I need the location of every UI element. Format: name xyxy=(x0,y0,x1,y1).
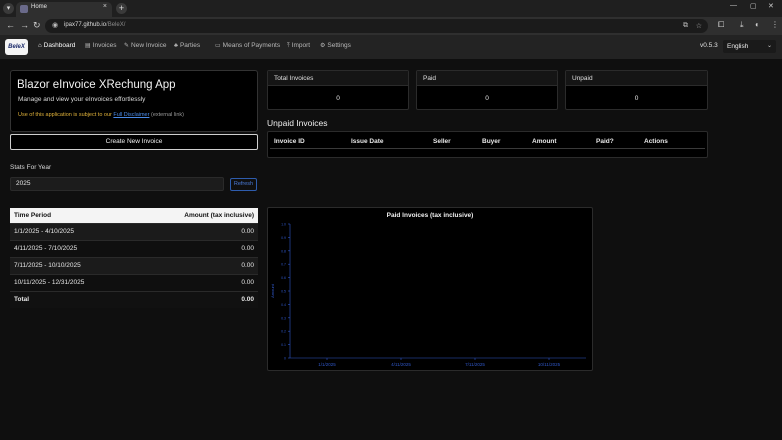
col-amount: Amount (tax inclusive) xyxy=(134,208,258,223)
intro-card: Blazor eInvoice XRechung App Manage and … xyxy=(10,70,258,132)
chart-canvas: 0 0.1 0.2 0.3 0.4 0.5 0.6 0.7 0.8 0.9 1.0 Amount 1/1… xyxy=(270,223,586,367)
x-tick-label: 4/11/2025 xyxy=(391,362,411,367)
tab-title: Home xyxy=(31,4,48,10)
period-table: Time Period Amount (tax inclusive) 1/1/2… xyxy=(10,208,258,308)
browser-tab-bar: ▾ Home × + — ▢ ✕ xyxy=(0,0,782,17)
app-navbar: BeleX ⌂ Dashboard ▤ Invoices ✎ New Invoice … xyxy=(0,35,782,59)
nav-invoices[interactable]: ▤ Invoices xyxy=(85,42,117,49)
card-label: Paid xyxy=(423,75,437,82)
year-input[interactable]: 2025 xyxy=(10,177,224,191)
download-icon[interactable]: ⤓ xyxy=(740,20,744,30)
upload-icon: ⤒ xyxy=(287,43,290,49)
refresh-button[interactable]: Refresh xyxy=(230,178,257,191)
back-icon[interactable]: ← xyxy=(6,20,15,30)
unpaid-invoices-table: Invoice ID Issue Date Seller Buyer Amoun… xyxy=(267,131,708,158)
table-row: 10/11/2025 - 12/31/2025 0.00 xyxy=(10,273,258,291)
col-actions: Actions xyxy=(644,138,668,145)
y-tick-label: 0 xyxy=(284,357,286,361)
favicon-icon xyxy=(20,5,28,13)
menu-icon[interactable]: ⋮ xyxy=(771,20,779,29)
x-tick-label: 7/11/2025 xyxy=(465,362,485,367)
profile-icon[interactable]: ◐ xyxy=(755,20,760,29)
table-header: Invoice ID Issue Date Seller Buyer Amoun… xyxy=(270,134,705,149)
y-tick-label: 0.1 xyxy=(281,343,286,347)
col-invoice-id: Invoice ID xyxy=(274,138,305,145)
table-row: 1/1/2025 - 4/10/2025 0.00 xyxy=(10,222,258,240)
x-tick-label: 10/11/2025 xyxy=(538,362,561,367)
col-time-period: Time Period xyxy=(10,208,135,223)
disclaimer-link[interactable]: Full Disclaimer xyxy=(113,112,149,118)
table-row: 4/11/2025 - 7/10/2025 0.00 xyxy=(10,239,258,257)
y-tick-label: 0.4 xyxy=(281,303,286,307)
stats-year-label: Stats For Year xyxy=(10,164,52,171)
col-seller: Seller xyxy=(433,138,451,145)
tab-search-icon[interactable]: ▾ xyxy=(3,3,14,14)
browser-tab[interactable]: Home × xyxy=(16,2,112,17)
y-tick-label: 0.7 xyxy=(281,263,286,267)
close-tab-icon[interactable]: × xyxy=(103,3,107,10)
create-invoice-button[interactable]: Create New Invoice xyxy=(10,134,258,150)
y-tick-label: 0.6 xyxy=(281,276,286,280)
paid-invoices-chart: Paid Invoices (tax inclusive) 0 0.1 0.2 0.3… xyxy=(267,207,593,371)
cast-icon[interactable]: ⧉ xyxy=(683,22,688,30)
unpaid-invoices-heading: Unpaid Invoices xyxy=(267,118,328,128)
reload-icon[interactable]: ↻ xyxy=(33,20,41,31)
maximize-icon[interactable]: ▢ xyxy=(750,2,757,10)
gear-icon: ⚙ xyxy=(320,43,326,49)
extensions-icon[interactable]: ⧠ xyxy=(718,20,724,30)
card-icon: ▭ xyxy=(215,43,221,49)
y-axis-label: Amount xyxy=(270,283,275,298)
unpaid-card: Unpaid 0 xyxy=(565,70,708,110)
app-logo[interactable]: BeleX xyxy=(5,39,28,55)
nav-import[interactable]: ⤒ Import xyxy=(287,42,310,50)
card-label: Unpaid xyxy=(572,75,593,82)
language-select[interactable]: English ⌄ xyxy=(723,40,776,53)
document-icon: ▤ xyxy=(85,43,91,49)
y-tick-label: 0.5 xyxy=(281,290,286,294)
table-row: 7/11/2025 - 10/10/2025 0.00 xyxy=(10,256,258,274)
version-label: v0.5.3 xyxy=(700,42,718,49)
edit-icon: ✎ xyxy=(124,43,130,49)
card-label: Total Invoices xyxy=(274,75,314,82)
x-tick-label: 1/1/2025 xyxy=(318,362,336,367)
col-paid: Paid? xyxy=(596,138,614,145)
card-value: 0 xyxy=(485,95,489,102)
app-subtitle: Manage and view your eInvoices effortles… xyxy=(18,96,146,103)
site-info-icon[interactable]: ◉ xyxy=(52,21,58,29)
url-text: ipax77.github.io/BeleX/ xyxy=(64,22,126,28)
y-tick-label: 0.8 xyxy=(281,249,286,253)
y-tick-label: 1.0 xyxy=(281,223,286,227)
total-invoices-card: Total Invoices 0 xyxy=(267,70,409,110)
disclaimer-note: Use of this application is subject to ou… xyxy=(18,112,184,118)
nav-new-invoice[interactable]: ✎ New Invoice xyxy=(124,42,166,49)
col-issue-date: Issue Date xyxy=(351,138,384,145)
card-value: 0 xyxy=(336,95,340,102)
app-title: Blazor eInvoice XRechung App xyxy=(17,79,176,91)
chevron-down-icon: ⌄ xyxy=(766,43,772,49)
nav-dashboard[interactable]: ⌂ Dashboard xyxy=(38,42,75,49)
people-icon: ♣ xyxy=(174,43,178,49)
forward-icon[interactable]: → xyxy=(20,20,29,30)
home-icon: ⌂ xyxy=(38,43,42,49)
y-tick-label: 0.2 xyxy=(281,330,286,334)
new-tab-button[interactable]: + xyxy=(116,3,127,14)
browser-toolbar: ← → ↻ ◉ ipax77.github.io/BeleX/ ⧉ ☆ ⧠ ⤓ … xyxy=(0,17,782,35)
address-bar[interactable]: ◉ ipax77.github.io/BeleX/ ⧉ ☆ xyxy=(45,19,708,33)
card-value: 0 xyxy=(634,95,639,102)
y-tick-label: 0.9 xyxy=(281,236,286,240)
col-amount: Amount xyxy=(532,138,557,145)
nav-parties[interactable]: ♣ Parties xyxy=(174,42,200,49)
nav-settings[interactable]: ⚙ Settings xyxy=(320,42,351,49)
paid-card: Paid 0 xyxy=(416,70,558,110)
col-buyer: Buyer xyxy=(482,138,501,145)
total-row: Total 0.00 xyxy=(10,290,258,308)
bookmark-star-icon[interactable]: ☆ xyxy=(696,22,702,30)
window-close-icon[interactable]: ✕ xyxy=(768,2,774,10)
y-tick-label: 0.3 xyxy=(281,316,286,320)
minimize-icon[interactable]: — xyxy=(730,2,737,9)
nav-means-of-payments[interactable]: ▭ Means of Payments xyxy=(215,42,280,49)
